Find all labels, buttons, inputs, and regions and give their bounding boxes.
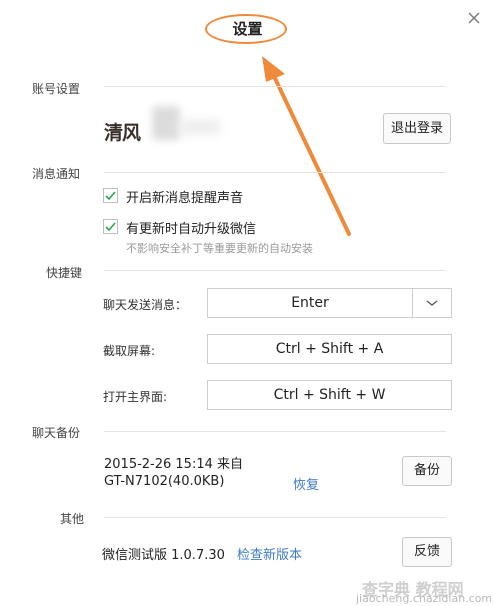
shortcut-send-select[interactable]: Enter [207,288,413,318]
section-label-notifications: 消息通知 [32,167,81,181]
shortcut-label-send: 聊天发送消息： [103,298,188,312]
account-avatar: 清风 [104,122,141,144]
shortcut-screenshot-field[interactable]: Ctrl + Shift + A [207,334,452,364]
section-label-shortcuts: 快捷键 [46,266,83,280]
section-label-other: 其他 [60,512,85,526]
restore-link[interactable]: 恢复 [293,474,319,493]
shortcut-send-dropdown[interactable] [412,288,452,318]
account-name-blurred [152,106,180,140]
section-label-backup: 聊天备份 [32,426,81,440]
account-id-blurred [180,120,220,134]
checkbox-sound[interactable] [103,188,118,203]
shortcut-open-main-field[interactable]: Ctrl + Shift + W [207,380,452,410]
feedback-button[interactable]: 反馈 [402,537,452,567]
option-label-sound: 开启新消息提醒声音 [126,191,244,206]
watermark-url: jiaocheng.chazidian.com [356,592,493,605]
shortcut-label-screenshot: 截取屏幕: [103,344,156,358]
shortcut-label-open-main: 打开主界面: [103,390,168,404]
option-label-auto-update: 有更新时自动升级微信 [126,222,257,237]
check-update-link[interactable]: 检查新版本 [237,544,302,563]
auto-update-hint: 不影响安全补丁等重要更新的自动安装 [126,242,313,255]
divider-shortcuts [104,270,446,271]
chevron-down-icon [426,300,438,306]
divider-other [104,517,446,518]
section-label-account: 账号设置 [32,82,81,96]
backup-info-line1: 2015-2-26 15:14 来自 [104,457,244,472]
backup-info-line2: GT-N7102(40.0KB) [104,474,225,489]
divider-notifications [104,172,446,173]
logout-button[interactable]: 退出登录 [383,113,451,144]
divider-account [104,86,446,87]
divider-backup [104,431,446,432]
checkbox-auto-update[interactable] [103,219,118,234]
version-text: 微信测试版 1.0.7.30 [102,548,225,563]
backup-button[interactable]: 备份 [402,456,452,486]
